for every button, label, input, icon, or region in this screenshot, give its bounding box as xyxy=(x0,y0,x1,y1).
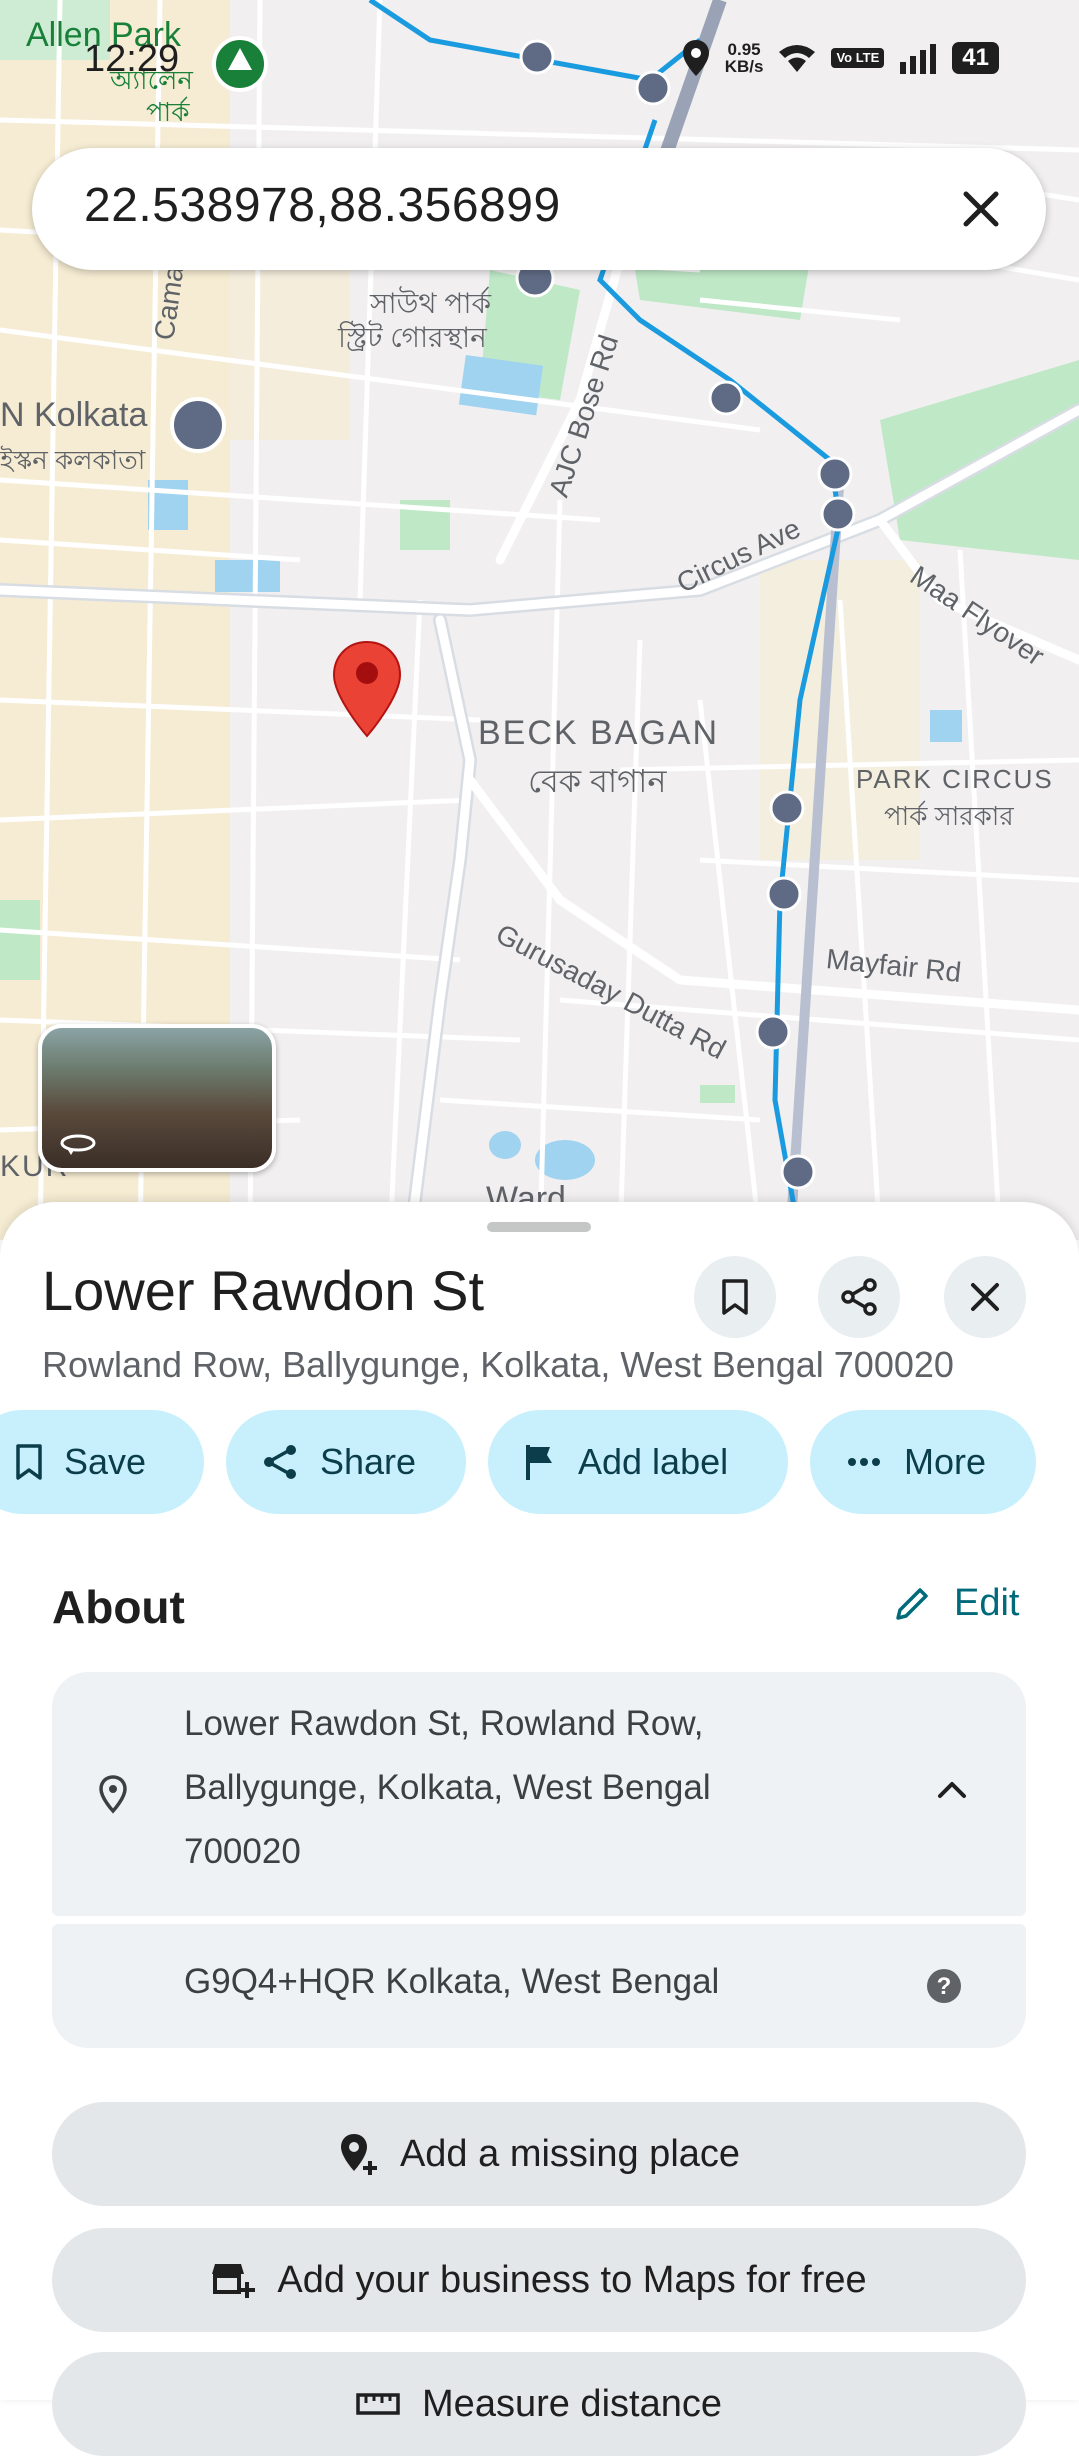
close-icon xyxy=(971,1283,999,1311)
map-label-kolkata-bn: ইস্কন কলকাতা xyxy=(0,445,146,475)
location-pin-outline-icon xyxy=(99,1775,127,1814)
add-business-label: Add your business to Maps for free xyxy=(277,2258,867,2301)
add-label-chip[interactable]: Add label xyxy=(488,1410,788,1514)
place-bottom-sheet[interactable]: Lower Rawdon St Rowland Row, Ballygunge,… xyxy=(0,1202,1079,2456)
bookmark-icon xyxy=(722,1279,748,1315)
full-address: Lower Rawdon St, Rowland Row, Ballygunge… xyxy=(184,1704,711,1871)
more-chip-label: More xyxy=(904,1441,987,1482)
network-speed: 0.95 KB/s xyxy=(724,40,764,76)
plus-code: G9Q4+HQR Kolkata, West Bengal xyxy=(184,1962,720,2001)
share-chip[interactable]: Share xyxy=(226,1410,466,1514)
add-label-chip-label: Add label xyxy=(578,1441,729,1482)
measure-distance-button[interactable]: Measure distance xyxy=(52,2352,1026,2456)
svg-text:?: ? xyxy=(937,1973,952,2000)
add-missing-place-button[interactable]: Add a missing place xyxy=(52,2102,1026,2206)
action-chips: Save Share Add label More xyxy=(0,1410,1079,1514)
status-time: 12:29 xyxy=(84,38,180,80)
clear-search-icon[interactable] xyxy=(956,184,1006,234)
edit-label: Edit xyxy=(954,1582,1020,1624)
location-status-icon xyxy=(682,40,709,76)
add-business-button[interactable]: Add your business to Maps for free xyxy=(52,2228,1026,2332)
share-icon xyxy=(264,1445,296,1479)
search-bar[interactable]: 22.538978,88.356899 xyxy=(32,148,1046,270)
pencil-icon xyxy=(896,1587,928,1620)
save-icon-button[interactable] xyxy=(694,1256,776,1338)
street-view-thumbnail[interactable] xyxy=(38,1024,276,1172)
bookmark-icon xyxy=(16,1444,42,1480)
measure-distance-label: Measure distance xyxy=(422,2382,722,2425)
more-chip[interactable]: More xyxy=(810,1410,1036,1514)
share-chip-label: Share xyxy=(320,1441,417,1482)
place-title: Lower Rawdon St xyxy=(42,1259,485,1322)
ruler-icon xyxy=(356,2393,400,2415)
close-sheet-button[interactable] xyxy=(944,1256,1026,1338)
more-horiz-icon xyxy=(848,1458,880,1466)
volte-badge: Vo LTE xyxy=(831,48,885,68)
flag-icon xyxy=(526,1445,552,1480)
chevron-up-icon[interactable] xyxy=(936,1778,968,1800)
signal-icon xyxy=(900,44,937,74)
help-icon[interactable]: ? xyxy=(926,1968,962,2004)
map-label-cemetery-bn-2: স্ট্রিট গোরস্থান xyxy=(338,322,487,353)
share-icon-button[interactable] xyxy=(818,1256,900,1338)
map-label-park-circus-bn: পার্ক সারকার xyxy=(884,801,1014,831)
map-label-beck-bagan: BECK BAGAN xyxy=(478,714,720,752)
add-location-icon xyxy=(340,2134,377,2175)
add-missing-place-label: Add a missing place xyxy=(399,2132,741,2175)
save-chip-label: Save xyxy=(64,1441,147,1482)
share-icon xyxy=(841,1278,877,1316)
map-label-beck-bagan-bn: বেক বাগান xyxy=(528,763,667,799)
map-label-kolkata: N Kolkata xyxy=(0,396,148,434)
search-query[interactable]: 22.538978,88.356899 xyxy=(84,178,561,233)
add-business-icon xyxy=(212,2264,256,2298)
sheet-drag-handle[interactable] xyxy=(487,1222,591,1232)
plus-code-card[interactable]: G9Q4+HQR Kolkata, West Bengal ? xyxy=(52,1924,1026,2048)
about-heading: About xyxy=(52,1581,185,1633)
place-address-short: Rowland Row, Ballygunge, Kolkata, West B… xyxy=(42,1344,954,1385)
battery-indicator: 41 xyxy=(952,42,999,74)
address-card[interactable]: Lower Rawdon St, Rowland Row, Ballygunge… xyxy=(52,1672,1026,1916)
rotate-360-icon xyxy=(60,1134,96,1155)
map-label-park-circus: PARK CIRCUS xyxy=(856,764,1054,794)
wifi-icon xyxy=(779,45,816,72)
status-bar: 12:29 0.95 KB/s Vo LTE 41 xyxy=(0,0,1079,120)
edit-button[interactable]: Edit xyxy=(892,1582,1019,1625)
save-chip[interactable]: Save xyxy=(0,1410,204,1514)
